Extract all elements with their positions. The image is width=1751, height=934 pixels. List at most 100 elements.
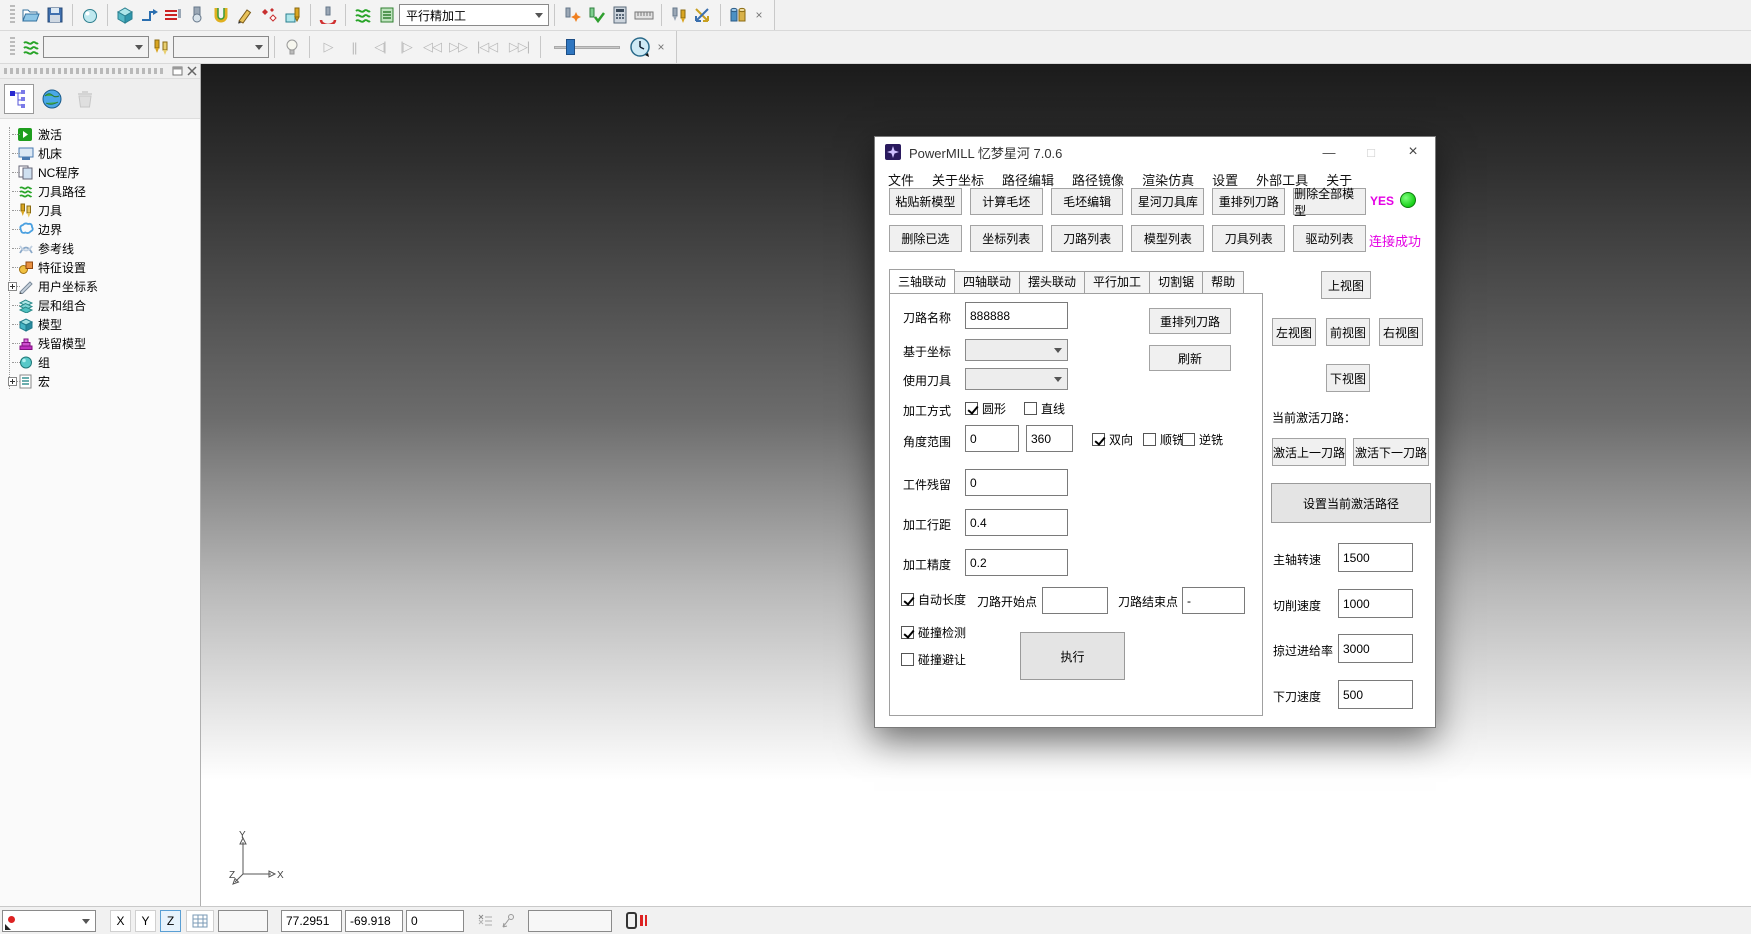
- fast-forward-icon[interactable]: ▷▷: [445, 39, 471, 55]
- set-active-path-button[interactable]: 设置当前激活路径: [1271, 483, 1431, 523]
- rewind-icon[interactable]: ◁◁: [419, 39, 445, 55]
- drive-list-button[interactable]: 驱动列表: [1293, 225, 1366, 252]
- tool-library-button[interactable]: 星河刀具库: [1131, 188, 1204, 215]
- xyz-list-icon[interactable]: [478, 913, 494, 934]
- calculator-icon[interactable]: [608, 2, 632, 28]
- collision-avoid-checkbox[interactable]: 碰撞避让: [901, 651, 966, 668]
- tree-item-models[interactable]: 模型: [3, 315, 200, 334]
- tool-arc-icon[interactable]: [316, 2, 340, 28]
- collision-check-checkbox[interactable]: 碰撞检测: [901, 624, 966, 641]
- speed-slider[interactable]: [554, 39, 620, 55]
- axis-y-button[interactable]: Y: [135, 910, 156, 932]
- pause-icon[interactable]: ||: [341, 40, 367, 55]
- panel-drag-handle[interactable]: [4, 68, 166, 74]
- angle-start-input[interactable]: [965, 425, 1019, 452]
- dialog-titlebar[interactable]: PowerMILL 忆梦星河 7.0.6 — □ ×: [875, 137, 1435, 167]
- skip-start-icon[interactable]: |◁◁: [471, 39, 503, 55]
- tree-item-boundaries[interactable]: 边界: [3, 220, 200, 239]
- cylinder-pair-icon[interactable]: [726, 2, 750, 28]
- axis-x-button[interactable]: X: [110, 910, 131, 932]
- tree-item-groups[interactable]: 组: [3, 353, 200, 372]
- reorder-toolpaths-button[interactable]: 重排列刀路: [1212, 188, 1285, 215]
- coord-z-field[interactable]: [406, 910, 464, 932]
- tree-item-feature-sets[interactable]: 特征设置: [3, 258, 200, 277]
- skip-end-icon[interactable]: ▷▷|: [503, 39, 535, 55]
- tab-saw[interactable]: 切割锯: [1149, 271, 1203, 293]
- grid-button[interactable]: [186, 910, 214, 932]
- model-list-button[interactable]: 模型列表: [1131, 225, 1204, 252]
- conventional-checkbox[interactable]: 逆铣: [1182, 431, 1223, 448]
- step-back-icon[interactable]: ◁|: [367, 39, 393, 55]
- delete-selected-button[interactable]: 删除已选: [889, 225, 962, 252]
- phone-pause-icon[interactable]: [626, 912, 647, 929]
- activate-next-button[interactable]: 激活下一刀路: [1353, 438, 1429, 466]
- ballnose-tool-icon[interactable]: [185, 2, 209, 28]
- minimize-button[interactable]: —: [1313, 137, 1345, 167]
- tree-item-nc-programs[interactable]: NC程序: [3, 163, 200, 182]
- reorder-button[interactable]: 重排列刀路: [1149, 308, 1231, 334]
- points-icon[interactable]: [257, 2, 281, 28]
- tool-crate-icon[interactable]: [281, 2, 305, 28]
- toolbar-close-button[interactable]: ×: [750, 8, 768, 22]
- tree-item-stock-models[interactable]: 残留模型: [3, 334, 200, 353]
- tree-item-patterns[interactable]: 参考线: [3, 239, 200, 258]
- coord-list-button[interactable]: 坐标列表: [970, 225, 1043, 252]
- expand-plus-icon[interactable]: [8, 377, 17, 386]
- play-icon[interactable]: ▷: [315, 39, 341, 55]
- tree-item-machine[interactable]: 机床: [3, 144, 200, 163]
- delete-all-models-button[interactable]: 删除全部模型: [1293, 188, 1366, 215]
- tree-item-workplanes[interactable]: 用户坐标系: [3, 277, 200, 296]
- ruler-icon[interactable]: [632, 2, 656, 28]
- close-button[interactable]: ×: [1397, 137, 1429, 167]
- tab-swivel[interactable]: 摆头联动: [1019, 271, 1085, 293]
- climb-checkbox[interactable]: 顺铣: [1143, 431, 1184, 448]
- toolpath-select-combobox[interactable]: [43, 36, 149, 58]
- clock-icon[interactable]: [628, 34, 652, 60]
- slider-handle[interactable]: [566, 39, 575, 55]
- sphere-icon[interactable]: [78, 2, 102, 28]
- mode-circle-checkbox[interactable]: 圆形: [965, 400, 1006, 417]
- block-icon[interactable]: [113, 2, 137, 28]
- use-tool-combobox[interactable]: [965, 368, 1068, 390]
- paste-model-button[interactable]: 粘贴新模型: [889, 188, 962, 215]
- swap-arrows-icon[interactable]: [691, 2, 715, 28]
- step-forward-icon[interactable]: |▷: [393, 39, 419, 55]
- strategy-combobox[interactable]: 平行精加工: [399, 4, 549, 26]
- probe-icon[interactable]: [500, 912, 518, 934]
- tolerance-input[interactable]: [965, 549, 1068, 576]
- tool-star-icon[interactable]: [560, 2, 584, 28]
- tab-help[interactable]: 帮助: [1202, 271, 1244, 293]
- tree-item-tools[interactable]: 刀具: [3, 201, 200, 220]
- grid-size-field[interactable]: [218, 910, 268, 932]
- tree-item-macros[interactable]: 宏: [3, 372, 200, 391]
- view-right-button[interactable]: 右视图: [1379, 318, 1423, 346]
- tree-item-activate[interactable]: 激活: [3, 125, 200, 144]
- toolpath-wave-icon[interactable]: [351, 2, 375, 28]
- tool-pair-icon[interactable]: [149, 34, 173, 60]
- rapid-feed-input[interactable]: [1338, 634, 1413, 663]
- tree-item-levels-sets[interactable]: 层和组合: [3, 296, 200, 315]
- coord-y-field[interactable]: [345, 910, 403, 932]
- block-edit-button[interactable]: 毛坯编辑: [1051, 188, 1124, 215]
- bidirectional-checkbox[interactable]: 双向: [1092, 431, 1133, 448]
- cutting-feed-input[interactable]: [1338, 589, 1413, 618]
- folder-open-icon[interactable]: [19, 2, 43, 28]
- toolbar-grip[interactable]: [10, 37, 15, 57]
- save-icon[interactable]: [43, 2, 67, 28]
- tree-item-toolpaths[interactable]: 刀具路径: [3, 182, 200, 201]
- toolpath-name-input[interactable]: [965, 302, 1068, 329]
- tool-list-button[interactable]: 刀具列表: [1212, 225, 1285, 252]
- execute-button[interactable]: 执行: [1020, 632, 1125, 680]
- marker-combo[interactable]: [2, 910, 96, 932]
- spindle-speed-input[interactable]: [1338, 543, 1413, 572]
- tool-check-icon[interactable]: [584, 2, 608, 28]
- tool-pair-icon[interactable]: [667, 2, 691, 28]
- panel-close-icon[interactable]: [187, 66, 197, 76]
- tab-4axis[interactable]: 四轴联动: [954, 271, 1020, 293]
- pencil-icon[interactable]: [233, 2, 257, 28]
- maximize-button[interactable]: □: [1355, 137, 1387, 167]
- stock-input[interactable]: [965, 469, 1068, 496]
- explorer-trash-tab[interactable]: [70, 84, 100, 114]
- start-point-input[interactable]: [1042, 587, 1108, 614]
- measure-field[interactable]: [528, 910, 612, 932]
